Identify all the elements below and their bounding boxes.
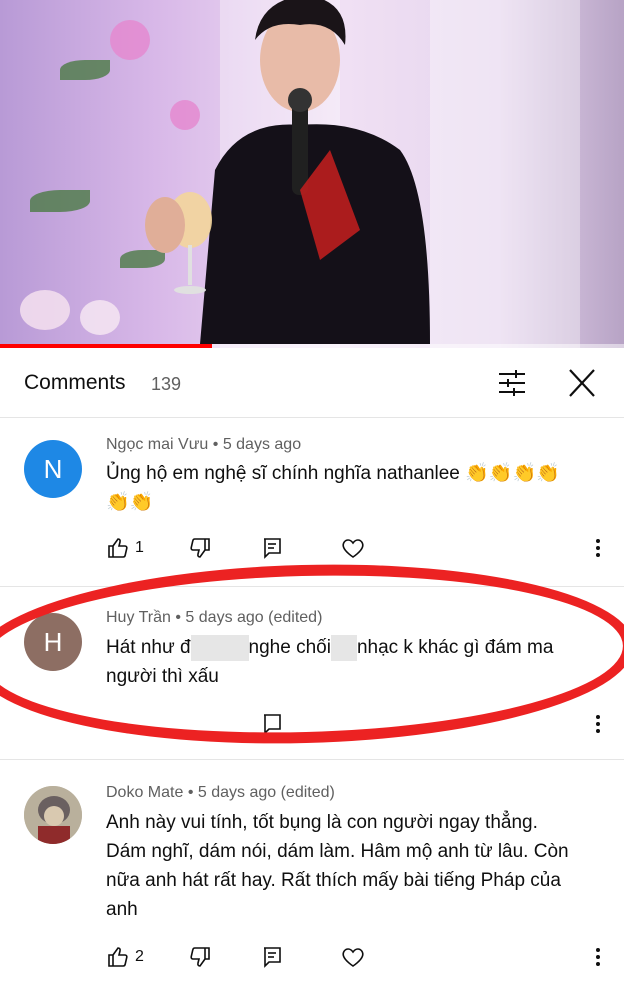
comment-text-fragment: nghe chối [248, 637, 331, 658]
filter-sliders-icon[interactable] [496, 368, 528, 398]
comment-text: Hát như đ nghe chối nhạc k khác gì đám ma … [106, 633, 606, 691]
blurred-text [190, 634, 249, 661]
comment-meta: Huy Trần • 5 days ago (edited) [106, 609, 323, 626]
comment-text-line: 👏👏 [106, 492, 154, 513]
heart-icon[interactable] [341, 536, 365, 560]
comments-header: Comments 139 [0, 348, 624, 418]
reply-icon[interactable] [260, 536, 284, 560]
avatar-letter: H [43, 627, 63, 657]
comment-text-line: nữa anh hát rất hay. Rất thích mấy bài t… [106, 870, 561, 891]
like-count: 2 [135, 948, 144, 965]
avatar[interactable] [24, 786, 82, 844]
avatar-letter: N [43, 454, 63, 484]
reply-icon[interactable] [260, 945, 284, 969]
like-icon[interactable] [106, 945, 130, 969]
comment-text-line: Anh này vui tính, tốt bụng là con người … [106, 812, 538, 833]
comment-text-line: Ủng hộ em nghệ sĩ chính nghĩa nathanlee … [106, 463, 560, 484]
comment-time: 5 days ago [222, 436, 302, 453]
comment-author[interactable]: Huy Trần [106, 609, 171, 626]
like-icon[interactable] [106, 536, 130, 560]
comment-item: Doko Mate • 5 days ago (edited) Anh này … [0, 760, 624, 1000]
comment-time: 5 days ago (edited) [185, 609, 323, 626]
comment-text-line: Dám nghĩ, dám nói, dám làm. Hâm mộ anh t… [106, 841, 569, 862]
more-options-icon[interactable] [590, 712, 606, 736]
more-options-icon[interactable] [590, 945, 606, 969]
video-frame-illustration [145, 0, 430, 344]
comment-author[interactable]: Ngọc mai Vưu [106, 436, 208, 453]
reply-icon[interactable] [260, 712, 284, 736]
comment-item: N Ngọc mai Vưu • 5 days ago Ủng hộ em ng… [0, 418, 624, 586]
heart-icon[interactable] [341, 945, 365, 969]
comment-text-fragment: Hát như đ [106, 637, 191, 658]
comment-meta: Doko Mate • 5 days ago (edited) [106, 784, 335, 801]
more-options-icon[interactable] [590, 536, 606, 560]
comment-text: Ủng hộ em nghệ sĩ chính nghĩa nathanlee … [106, 459, 606, 517]
avatar[interactable]: N [24, 440, 82, 498]
comments-title: Comments [24, 371, 126, 394]
comment-text-fragment: nhạc k khác gì đám ma [356, 637, 554, 658]
dislike-icon[interactable] [188, 945, 212, 969]
comment-time: 5 days ago (edited) [197, 784, 335, 801]
comment-item: H Huy Trần • 5 days ago (edited) Hát như… [0, 587, 624, 759]
comment-text: Anh này vui tính, tốt bụng là con người … [106, 808, 606, 924]
comment-text-line: anh [106, 899, 138, 920]
comment-text-line: người thì xấu [106, 666, 219, 687]
dislike-icon[interactable] [188, 536, 212, 560]
comment-text-line: Hát như đ nghe chối nhạc k khác gì đám ma [106, 633, 606, 662]
blurred-text [330, 634, 357, 661]
like-count: 1 [135, 539, 144, 556]
close-icon[interactable] [566, 368, 598, 398]
comment-author[interactable]: Doko Mate [106, 784, 183, 801]
comments-count: 139 [151, 374, 182, 394]
avatar[interactable]: H [24, 613, 82, 671]
comment-meta: Ngọc mai Vưu • 5 days ago [106, 436, 302, 453]
